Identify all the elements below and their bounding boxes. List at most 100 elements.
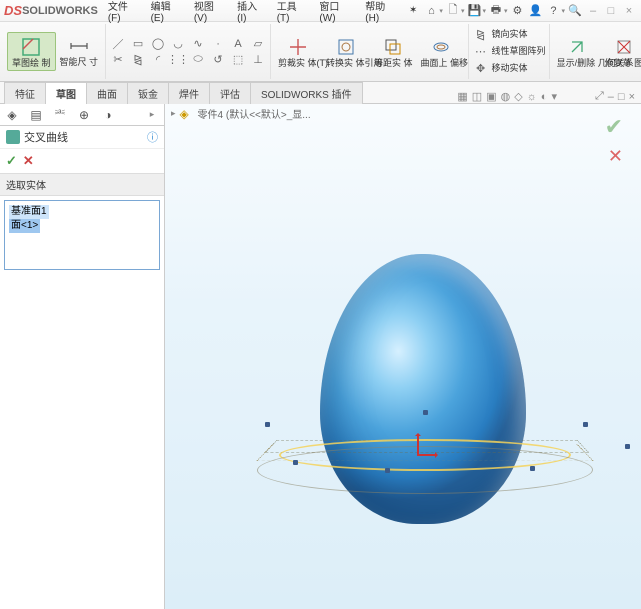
- offset-entity-button[interactable]: 等距实 体: [370, 33, 417, 71]
- confirm-corner-ok[interactable]: ✔: [605, 114, 623, 140]
- trim-tool-icon[interactable]: ✂: [109, 52, 127, 68]
- origin-x-axis-icon: [417, 454, 437, 456]
- plane-tool-icon[interactable]: ▱: [249, 36, 267, 52]
- relations-icon: [565, 35, 589, 59]
- window-min-icon[interactable]: –: [585, 3, 601, 19]
- mirror-tool-icon[interactable]: ⧎: [129, 52, 147, 68]
- user-icon[interactable]: 👤: [527, 3, 543, 19]
- spline-tool-icon[interactable]: ∿: [189, 36, 207, 52]
- property-help-icon[interactable]: ⓘ: [147, 129, 158, 145]
- viewport-min-icon[interactable]: –: [608, 91, 614, 103]
- linear-pattern-icon: ⋯: [472, 44, 490, 60]
- graphics-viewport[interactable]: ▸ ◈ 零件4 (默认<<默认>_显... ✔ ✕: [165, 104, 641, 609]
- save-icon[interactable]: 💾: [466, 3, 482, 19]
- window-max-icon[interactable]: □: [603, 3, 619, 19]
- window-close-icon[interactable]: ×: [621, 3, 637, 19]
- view-shaded-icon[interactable]: ◍: [501, 90, 511, 103]
- slot-tool-icon[interactable]: ⬭: [189, 52, 207, 68]
- plane-handle[interactable]: [625, 444, 630, 449]
- tab-sheetmetal[interactable]: 钣金: [127, 82, 169, 104]
- mirror-entity-button[interactable]: ⧎ 镜向实体: [472, 27, 546, 43]
- menu-help[interactable]: 帮助(H): [359, 0, 403, 26]
- tab-sw-addins[interactable]: SOLIDWORKS 插件: [250, 82, 363, 104]
- tab-sketch[interactable]: 草图: [45, 82, 87, 104]
- plane-handle[interactable]: [385, 468, 390, 473]
- settings-icon[interactable]: ⚙: [509, 3, 525, 19]
- plane-handle[interactable]: [265, 422, 270, 427]
- sketch3d-tool-icon[interactable]: ⬚: [229, 52, 247, 68]
- view-perspective-icon[interactable]: ◇: [514, 90, 522, 103]
- convert-entity-icon: [334, 35, 358, 59]
- repair-sketch-button[interactable]: 修复草 图: [601, 33, 641, 71]
- logo-prefix: DS: [4, 3, 22, 18]
- selection-list[interactable]: 基准面1 面<1>: [4, 200, 160, 270]
- arc-tool-icon[interactable]: ◡: [169, 36, 187, 52]
- panel-expand-icon[interactable]: ▸: [144, 107, 160, 123]
- tree-expand-icon[interactable]: ▸: [171, 108, 176, 119]
- ok-button[interactable]: ✓: [6, 153, 17, 169]
- view-scene-icon[interactable]: ▾: [551, 90, 557, 103]
- rect-tool-icon[interactable]: ▭: [129, 36, 147, 52]
- tab-weldments[interactable]: 焊件: [168, 82, 210, 104]
- menu-window[interactable]: 窗口(W): [313, 0, 359, 26]
- menu-tools[interactable]: 工具(T): [271, 0, 314, 26]
- menu-star[interactable]: ✶: [403, 3, 423, 18]
- tab-surfaces[interactable]: 曲面: [86, 82, 128, 104]
- panel-tab-config-icon[interactable]: ⎃: [52, 107, 68, 123]
- cancel-button[interactable]: ✕: [23, 153, 34, 169]
- convert-tool-icon[interactable]: ↺: [209, 52, 227, 68]
- linear-pattern-button[interactable]: ⋯ 线性草图阵列: [472, 44, 546, 60]
- plane-handle[interactable]: [423, 410, 428, 415]
- fillet-tool-icon[interactable]: ◜: [149, 52, 167, 68]
- breadcrumb-text[interactable]: 零件4 (默认<<默认>_显...: [198, 106, 311, 121]
- panel-tab-property-icon[interactable]: ▤: [28, 107, 44, 123]
- open-icon[interactable]: 🗋: [445, 3, 461, 19]
- smart-dimension-button[interactable]: 智能尺 寸: [56, 32, 103, 72]
- sketch-button[interactable]: 草图绘 制: [7, 32, 56, 72]
- selection-item-face[interactable]: 面<1>: [9, 219, 40, 233]
- print-icon[interactable]: 🖶: [488, 3, 504, 19]
- move-entity-button[interactable]: ✥ 移动实体: [472, 61, 546, 77]
- text-tool-icon[interactable]: A: [229, 36, 247, 52]
- menu-insert[interactable]: 插入(I): [231, 0, 271, 26]
- surface-offset-button[interactable]: 曲面上 偏移: [417, 33, 465, 71]
- convert-entity-button[interactable]: 转换实 体引用: [322, 33, 370, 71]
- menu-file[interactable]: 文件(F): [102, 0, 145, 26]
- pattern-tool-icon[interactable]: ⋮⋮: [169, 52, 187, 68]
- show-relations-button[interactable]: 显示/删除 几何关系: [553, 33, 601, 71]
- trim-entity-button[interactable]: 剪裁实 体(T): [274, 33, 322, 71]
- tab-evaluate[interactable]: 评估: [209, 82, 251, 104]
- view-display-icon[interactable]: ☼: [527, 91, 537, 103]
- viewport-expand-icon[interactable]: ⤢: [595, 90, 604, 103]
- ribbon: 草图绘 制 智能尺 寸 ／ ▭ ◯ ◡ ∿ · A ▱ ✂ ⧎ ◜ ⋮⋮ ⬭: [0, 22, 641, 82]
- home-icon[interactable]: ⌂: [423, 3, 439, 19]
- search-icon[interactable]: 🔍: [567, 3, 583, 19]
- view-section-icon[interactable]: ◫: [472, 90, 482, 103]
- menu-view[interactable]: 视图(V): [188, 0, 231, 26]
- property-manager-title: 交叉曲线: [24, 129, 147, 145]
- dimension-icon: [67, 34, 91, 58]
- viewport-max-icon[interactable]: □: [618, 91, 625, 103]
- move-entity-icon: ✥: [472, 61, 490, 77]
- point-tool-icon[interactable]: ·: [209, 36, 227, 52]
- plane-handle[interactable]: [530, 466, 535, 471]
- tab-features[interactable]: 特征: [4, 82, 46, 104]
- menu-edit[interactable]: 编辑(E): [145, 0, 188, 26]
- view-appearance-icon[interactable]: ◐: [541, 91, 548, 103]
- help-icon[interactable]: ?: [545, 3, 561, 19]
- view-orientation-icon[interactable]: ▦: [457, 90, 467, 103]
- viewport-close-icon[interactable]: ×: [629, 91, 635, 103]
- panel-tab-dim-icon[interactable]: ⊕: [76, 107, 92, 123]
- selection-item-plane[interactable]: 基准面1: [9, 205, 49, 219]
- plane-handle[interactable]: [293, 460, 298, 465]
- panel-tab-feature-tree-icon[interactable]: ◈: [4, 107, 20, 123]
- origin-y-axis-icon: [417, 434, 419, 454]
- line-tool-icon[interactable]: ／: [109, 36, 127, 52]
- panel-tab-display-icon[interactable]: ◑: [100, 107, 116, 123]
- plane-handle[interactable]: [583, 422, 588, 427]
- confirm-corner-cancel[interactable]: ✕: [608, 146, 623, 167]
- circle-tool-icon[interactable]: ◯: [149, 36, 167, 52]
- relation-tool-icon[interactable]: ⊥: [249, 52, 267, 68]
- view-wireframe-icon[interactable]: ▣: [486, 90, 496, 103]
- quick-access-toolbar: ⌂▾ 🗋▾ 💾▾ 🖶▾ ⚙ 👤 ?▾ 🔍 – □ ×: [423, 3, 637, 19]
